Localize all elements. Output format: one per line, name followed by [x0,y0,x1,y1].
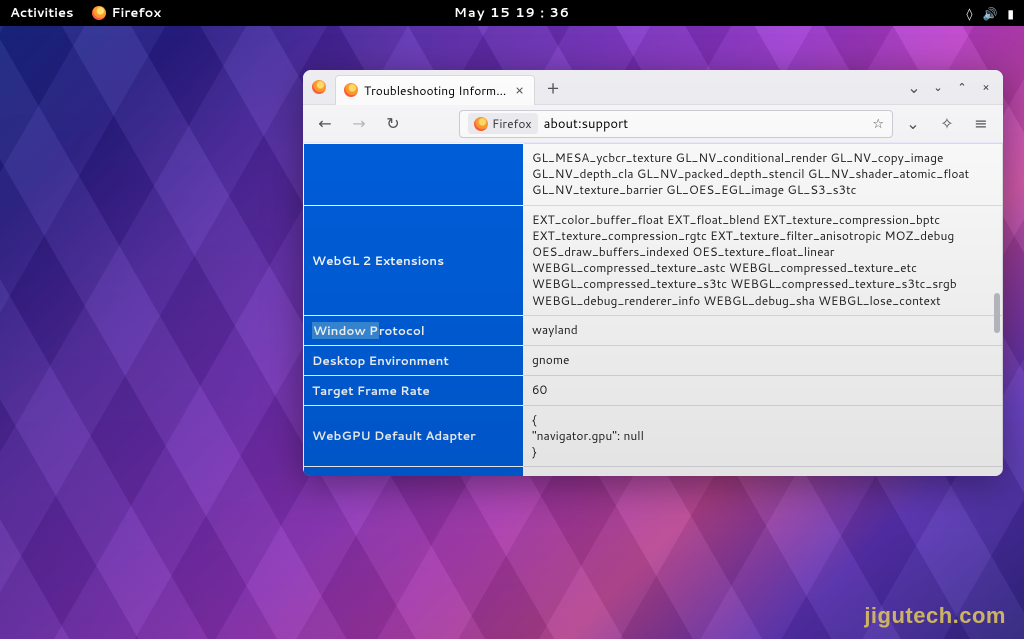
pocket-button[interactable]: ⌄ [899,110,927,138]
tab-strip: Troubleshooting Informati × + ⌄ ⌄ ⌃ × [303,70,1003,105]
desktop-wallpaper: jigutech.com Troubleshooting Informati ×… [0,26,1024,639]
row-value: GL_MESA_ycbcr_texture GL_NV_conditional_… [524,144,1003,206]
extensions-button[interactable]: ✧ [933,110,961,138]
row-label: WebGL 2 Extensions [304,205,524,315]
tab-close-button[interactable]: × [513,80,526,100]
row-label: Desktop Environment [304,345,524,375]
nav-toolbar: ← → ↻ Firefox about:support ☆ ⌄ ✧ ≡ [303,105,1003,143]
topbar-clock[interactable]: May 15 19 : 36 [454,4,570,22]
reload-button[interactable]: ↻ [379,110,407,138]
url-bar[interactable]: Firefox about:support ☆ [459,110,893,138]
tab-firefox-logo [303,80,335,94]
forward-button[interactable]: → [345,110,373,138]
topbar-status-area[interactable]: ◊ 🔊 ▮ [967,5,1015,22]
row-label [304,144,524,206]
tab-active[interactable]: Troubleshooting Informati × [335,75,535,105]
url-text: about:support [544,115,629,133]
firefox-icon [92,6,106,20]
app-menu-button[interactable]: ≡ [967,110,995,138]
firefox-icon [474,117,488,131]
topbar-app-label: Firefox [112,4,162,22]
activities-button[interactable]: Activities [10,4,74,22]
back-button[interactable]: ← [311,110,339,138]
support-table: GL_MESA_ycbcr_texture GL_NV_conditional_… [303,143,1003,476]
row-value: wayland [524,315,1003,345]
topbar-app-menu[interactable]: Firefox [92,4,162,22]
gnome-top-bar: Activities Firefox May 15 19 : 36 ◊ 🔊 ▮ [0,0,1024,26]
row-label: Target Frame Rate [304,375,524,405]
list-tabs-button[interactable]: ⌄ [899,76,929,99]
firefox-icon [344,83,358,97]
row-label: Window Protocol [304,315,524,345]
row-value: 60 [524,375,1003,405]
row-label: WebGPU Default Adapter [304,405,524,467]
window-minimize-button[interactable]: ⌄ [929,78,947,96]
row-value: gnome [524,345,1003,375]
row-value: { "navigator.gpu": null } [524,467,1003,476]
identity-label: Firefox [492,115,532,132]
identity-box[interactable]: Firefox [468,113,538,134]
volume-icon: 🔊 [982,5,997,22]
tab-title: Troubleshooting Informati [364,82,507,99]
firefox-window: Troubleshooting Informati × + ⌄ ⌄ ⌃ × ← … [303,70,1003,476]
window-close-button[interactable]: × [977,78,995,96]
new-tab-button[interactable]: + [539,73,567,101]
bookmark-star-icon[interactable]: ☆ [872,115,884,133]
shield-icon: ◊ [967,5,973,22]
watermark-text: jigutech.com [864,603,1006,629]
scrollbar-thumb[interactable] [994,293,1000,333]
page-content: GL_MESA_ycbcr_texture GL_NV_conditional_… [303,143,1003,476]
row-value: EXT_color_buffer_float EXT_float_blend E… [524,205,1003,315]
window-maximize-button[interactable]: ⌃ [953,78,971,96]
row-value: { "navigator.gpu": null } [524,405,1003,467]
content-scroll[interactable]: GL_MESA_ycbcr_texture GL_NV_conditional_… [303,143,1003,476]
battery-icon: ▮ [1007,5,1014,22]
row-label: WebGPU Fallback Adapter [304,467,524,476]
